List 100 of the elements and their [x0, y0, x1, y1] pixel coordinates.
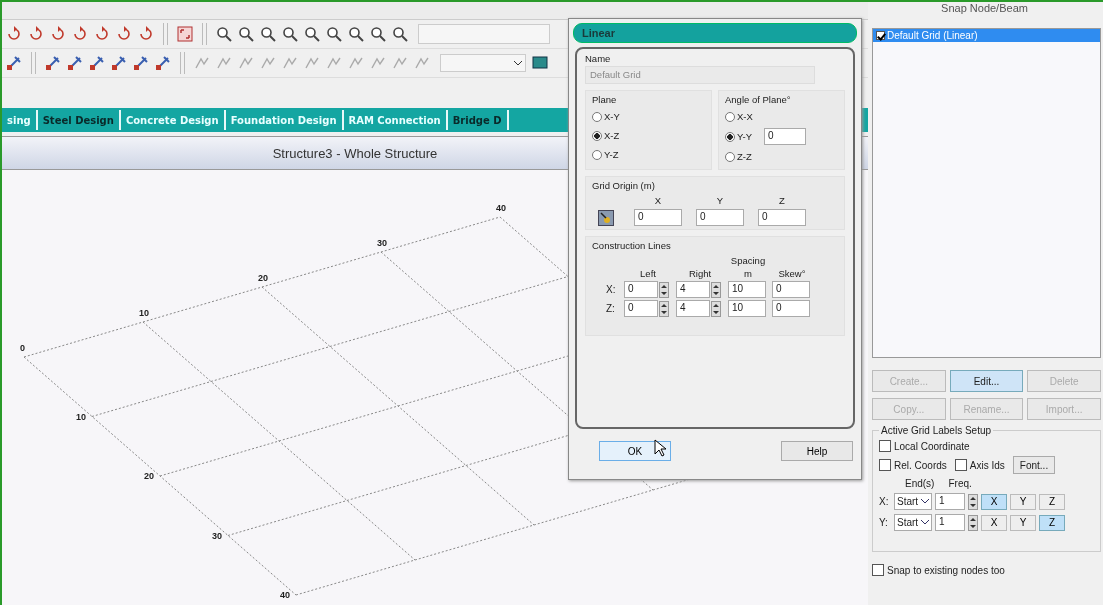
- rotate-icon[interactable]: [94, 26, 110, 42]
- axis-toggle[interactable]: Z: [1039, 514, 1065, 531]
- origin-field[interactable]: 0: [634, 209, 682, 226]
- zoom-icon[interactable]: [326, 26, 342, 42]
- zoom-icon[interactable]: [370, 26, 386, 42]
- axis-toggle[interactable]: X: [981, 493, 1007, 510]
- tool-icon[interactable]: [111, 55, 127, 71]
- rotate-icon[interactable]: [72, 26, 88, 42]
- zoom-icon[interactable]: [216, 26, 232, 42]
- rotate-icon[interactable]: [116, 26, 132, 42]
- zoom-icon[interactable]: [282, 26, 298, 42]
- zoom-icon[interactable]: [304, 26, 320, 42]
- axis-label: X:: [606, 284, 617, 295]
- pick-point-icon[interactable]: [598, 209, 614, 226]
- right-field[interactable]: 4: [676, 281, 710, 298]
- checkbox[interactable]: [876, 31, 885, 40]
- rotate-icon[interactable]: [6, 26, 22, 42]
- ribbon-tab[interactable]: Bridge D: [447, 110, 509, 130]
- dialog-button[interactable]: Help: [781, 441, 853, 461]
- axis-toggle[interactable]: Z: [1039, 493, 1065, 510]
- group-title: Plane: [592, 94, 618, 105]
- grid-label: 10: [76, 411, 86, 422]
- radio-button[interactable]: Z-Z: [725, 149, 752, 164]
- spin-button[interactable]: [968, 514, 978, 531]
- column-header: Spacing: [729, 255, 767, 266]
- panel-title: Snap Node/Beam: [940, 2, 1029, 16]
- checkbox[interactable]: Local Coordinate: [879, 440, 1094, 452]
- tool-icon[interactable]: [133, 55, 149, 71]
- column-header: Left: [639, 268, 657, 279]
- grid-label: 10: [139, 308, 149, 318]
- grid-label: 40: [496, 203, 506, 213]
- radio-button[interactable]: X-X: [725, 109, 753, 124]
- end-dropdown[interactable]: Start: [894, 493, 932, 510]
- end-dropdown[interactable]: Start: [894, 514, 932, 531]
- checkbox[interactable]: Rel. Coords: [879, 459, 947, 471]
- grid-label: 40: [280, 590, 290, 600]
- fit-view-icon[interactable]: [177, 26, 193, 42]
- angle-field[interactable]: 0: [763, 128, 806, 145]
- column-header: Y: [715, 195, 725, 206]
- zoom-icon[interactable]: [392, 26, 408, 42]
- column-header: X: [653, 195, 663, 206]
- radio-button[interactable]: X-Z: [592, 128, 705, 143]
- left-field[interactable]: 0: [624, 281, 658, 298]
- cursor-icon: [654, 439, 666, 457]
- viewport-title: Structure3 - Whole Structure: [272, 145, 438, 161]
- spacing-field[interactable]: 10: [728, 300, 766, 317]
- zoom-icon[interactable]: [260, 26, 276, 42]
- column-header: m: [743, 268, 753, 279]
- group-title: Active Grid Labels Setup: [879, 425, 994, 436]
- grid-label: 30: [212, 530, 222, 541]
- rotate-icon[interactable]: [138, 26, 154, 42]
- spacing-field[interactable]: 10: [728, 281, 766, 298]
- grid-label: 20: [144, 471, 154, 481]
- tool-icon[interactable]: [67, 55, 83, 71]
- radio-button[interactable]: X-Y: [592, 109, 705, 124]
- zoom-icon[interactable]: [348, 26, 364, 42]
- caret-icon: [921, 520, 929, 525]
- group-title: Angle of Plane°: [725, 94, 792, 105]
- origin-field[interactable]: 0: [758, 209, 806, 226]
- zoom-icon[interactable]: [238, 26, 254, 42]
- radio-button[interactable]: Y-Y: [725, 129, 752, 144]
- rotate-icon[interactable]: [50, 26, 66, 42]
- checkbox[interactable]: Snap to existing nodes too: [872, 564, 1101, 576]
- rotate-icon[interactable]: [28, 26, 44, 42]
- axis-toggle[interactable]: X: [981, 514, 1007, 531]
- tool-icon[interactable]: [45, 55, 61, 71]
- column-header: Freq.: [948, 478, 972, 489]
- checkbox[interactable]: Axis Ids: [954, 459, 1005, 471]
- axis-label: Y:: [879, 517, 889, 528]
- grid-label: 30: [377, 238, 387, 248]
- axis-toggle[interactable]: Y: [1010, 514, 1036, 531]
- spin-button[interactable]: [711, 281, 721, 298]
- skew-field[interactable]: 0: [772, 300, 810, 317]
- column-header: Right: [687, 268, 713, 279]
- tool-icon[interactable]: [6, 55, 22, 71]
- font-button[interactable]: Font...: [1012, 456, 1056, 474]
- spin-button[interactable]: [659, 281, 669, 298]
- group-title: Construction Lines: [592, 240, 672, 251]
- dialog-title: Linear: [582, 27, 615, 39]
- spin-button[interactable]: [659, 300, 669, 317]
- spin-button[interactable]: [968, 493, 978, 510]
- right-field[interactable]: 4: [676, 300, 710, 317]
- skew-field[interactable]: 0: [772, 281, 810, 298]
- grid-label: 20: [258, 273, 268, 283]
- monitor-icon[interactable]: [532, 55, 548, 71]
- axis-label: Z:: [606, 303, 616, 314]
- panel-button[interactable]: Edit...: [949, 370, 1024, 392]
- left-field[interactable]: 0: [624, 300, 658, 317]
- freq-field[interactable]: 1: [935, 514, 965, 531]
- caret-icon: [514, 60, 522, 66]
- freq-field[interactable]: 1: [935, 493, 965, 510]
- grid-label: 0: [20, 343, 25, 353]
- spin-button[interactable]: [711, 300, 721, 317]
- dialog-button[interactable]: OK: [599, 441, 671, 461]
- axis-toggle[interactable]: Y: [1010, 493, 1036, 510]
- tool-icon[interactable]: [155, 55, 171, 71]
- origin-field[interactable]: 0: [696, 209, 744, 226]
- radio-button[interactable]: Y-Z: [592, 147, 705, 162]
- ribbon-tab[interactable]: Steel Design: [37, 110, 121, 130]
- tool-icon[interactable]: [89, 55, 105, 71]
